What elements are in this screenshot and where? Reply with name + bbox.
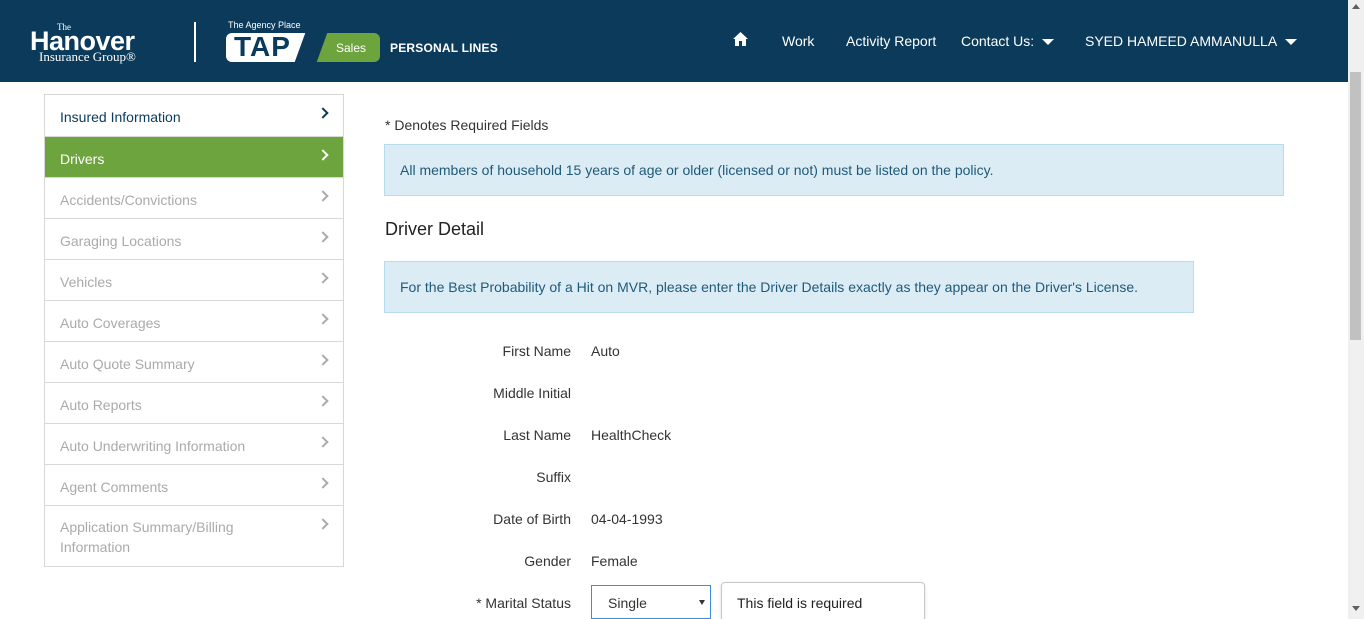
nav-work[interactable]: Work xyxy=(782,33,814,49)
sidebar-item-label: Auto Reports xyxy=(60,397,142,413)
sidebar-item-application-summary-billing[interactable]: Application Summary/Billing Information xyxy=(45,505,343,566)
nav-user-name: SYED HAMEED AMMANULLA xyxy=(1085,33,1278,49)
dropdown-arrow-icon xyxy=(699,600,705,605)
chevron-right-icon xyxy=(317,518,329,530)
marital-status-selected: Single xyxy=(608,595,647,611)
nav-activity-report[interactable]: Activity Report xyxy=(846,33,936,49)
chevron-right-icon xyxy=(317,395,329,407)
sidebar-item-label: Auto Coverages xyxy=(60,315,161,331)
tap-tagline: The Agency Place xyxy=(228,20,301,30)
sidebar-item-drivers[interactable]: Drivers xyxy=(45,136,343,177)
quote-steps-sidebar: Insured Information Drivers Accidents/Co… xyxy=(44,94,344,567)
chevron-right-icon xyxy=(317,231,329,243)
sidebar-item-label: Insured Information xyxy=(60,109,181,125)
chevron-right-icon xyxy=(317,107,329,119)
gender-label: Gender xyxy=(524,553,571,569)
top-header: The Hanover Insurance Group® The Agency … xyxy=(0,0,1348,82)
first-name-label: First Name xyxy=(502,343,571,359)
sidebar-item-label: Auto Quote Summary xyxy=(60,356,195,372)
sidebar-item-label: Accidents/Convictions xyxy=(60,192,197,208)
date-of-birth-label: Date of Birth xyxy=(493,511,571,527)
chevron-right-icon xyxy=(317,354,329,366)
sidebar-item-auto-quote-summary[interactable]: Auto Quote Summary xyxy=(45,341,343,382)
first-name-value: Auto xyxy=(591,343,620,359)
sidebar-item-auto-reports[interactable]: Auto Reports xyxy=(45,382,343,423)
last-name-label: Last Name xyxy=(503,427,571,443)
household-info-alert-text: All members of household 15 years of age… xyxy=(400,162,994,178)
scroll-down-arrow-icon[interactable] xyxy=(1352,606,1360,611)
date-of-birth-value: 04-04-1993 xyxy=(591,511,663,527)
sidebar-item-garaging-locations[interactable]: Garaging Locations xyxy=(45,218,343,259)
scroll-thumb[interactable] xyxy=(1350,72,1361,340)
sidebar-item-insured-information[interactable]: Insured Information xyxy=(45,95,343,136)
logo-sub-text: Insurance Group® xyxy=(39,49,136,64)
sidebar-item-label: Drivers xyxy=(60,151,105,167)
chevron-right-icon xyxy=(317,436,329,448)
gender-value: Female xyxy=(591,553,638,569)
chevron-right-icon xyxy=(317,149,329,161)
logo-divider xyxy=(194,22,196,62)
required-fields-note: * Denotes Required Fields xyxy=(385,117,549,133)
sidebar-item-auto-coverages[interactable]: Auto Coverages xyxy=(45,300,343,341)
nav-contact-us-label: Contact Us: xyxy=(961,33,1035,49)
tap-logo-text: TAP xyxy=(234,31,291,62)
middle-initial-label: Middle Initial xyxy=(493,385,571,401)
mvr-info-alert-text: For the Best Probability of a Hit on MVR… xyxy=(400,279,1139,295)
section-title: Driver Detail xyxy=(385,219,485,239)
household-info-alert: All members of household 15 years of age… xyxy=(384,144,1284,196)
last-name-value: HealthCheck xyxy=(591,427,672,443)
home-icon[interactable] xyxy=(732,31,749,47)
mvr-info-alert: For the Best Probability of a Hit on MVR… xyxy=(384,261,1194,313)
chevron-down-icon xyxy=(1285,39,1298,46)
sidebar-item-accidents-convictions[interactable]: Accidents/Convictions xyxy=(45,177,343,218)
chevron-down-icon xyxy=(1042,39,1055,46)
chevron-right-icon xyxy=(317,190,329,202)
scroll-up-arrow-icon[interactable] xyxy=(1352,4,1360,9)
validation-tooltip-text: This field is required xyxy=(737,595,863,611)
sidebar-item-label: Garaging Locations xyxy=(60,233,182,249)
sidebar-item-label: Agent Comments xyxy=(60,479,169,495)
chevron-right-icon xyxy=(317,313,329,325)
nav-contact-us[interactable]: Contact Us: xyxy=(961,33,1055,49)
personal-lines-label: PERSONAL LINES xyxy=(390,41,498,55)
page-scrollbar[interactable] xyxy=(1348,0,1364,619)
sales-label: Sales xyxy=(336,41,367,55)
suffix-label: Suffix xyxy=(536,469,571,485)
sidebar-item-auto-underwriting-information[interactable]: Auto Underwriting Information xyxy=(45,423,343,464)
validation-tooltip: This field is required xyxy=(721,582,925,619)
sidebar-item-agent-comments[interactable]: Agent Comments xyxy=(45,464,343,505)
nav-user-menu[interactable]: SYED HAMEED AMMANULLA xyxy=(1085,33,1298,49)
chevron-right-icon xyxy=(317,477,329,489)
marital-status-select[interactable]: Single xyxy=(591,585,711,619)
chevron-right-icon xyxy=(317,272,329,284)
sidebar-item-vehicles[interactable]: Vehicles xyxy=(45,259,343,300)
marital-status-label: * Marital Status xyxy=(476,595,571,611)
sidebar-item-label: Application Summary/Billing Information xyxy=(60,519,234,555)
sidebar-item-label: Auto Underwriting Information xyxy=(60,438,246,454)
sidebar-item-label: Vehicles xyxy=(60,274,113,290)
